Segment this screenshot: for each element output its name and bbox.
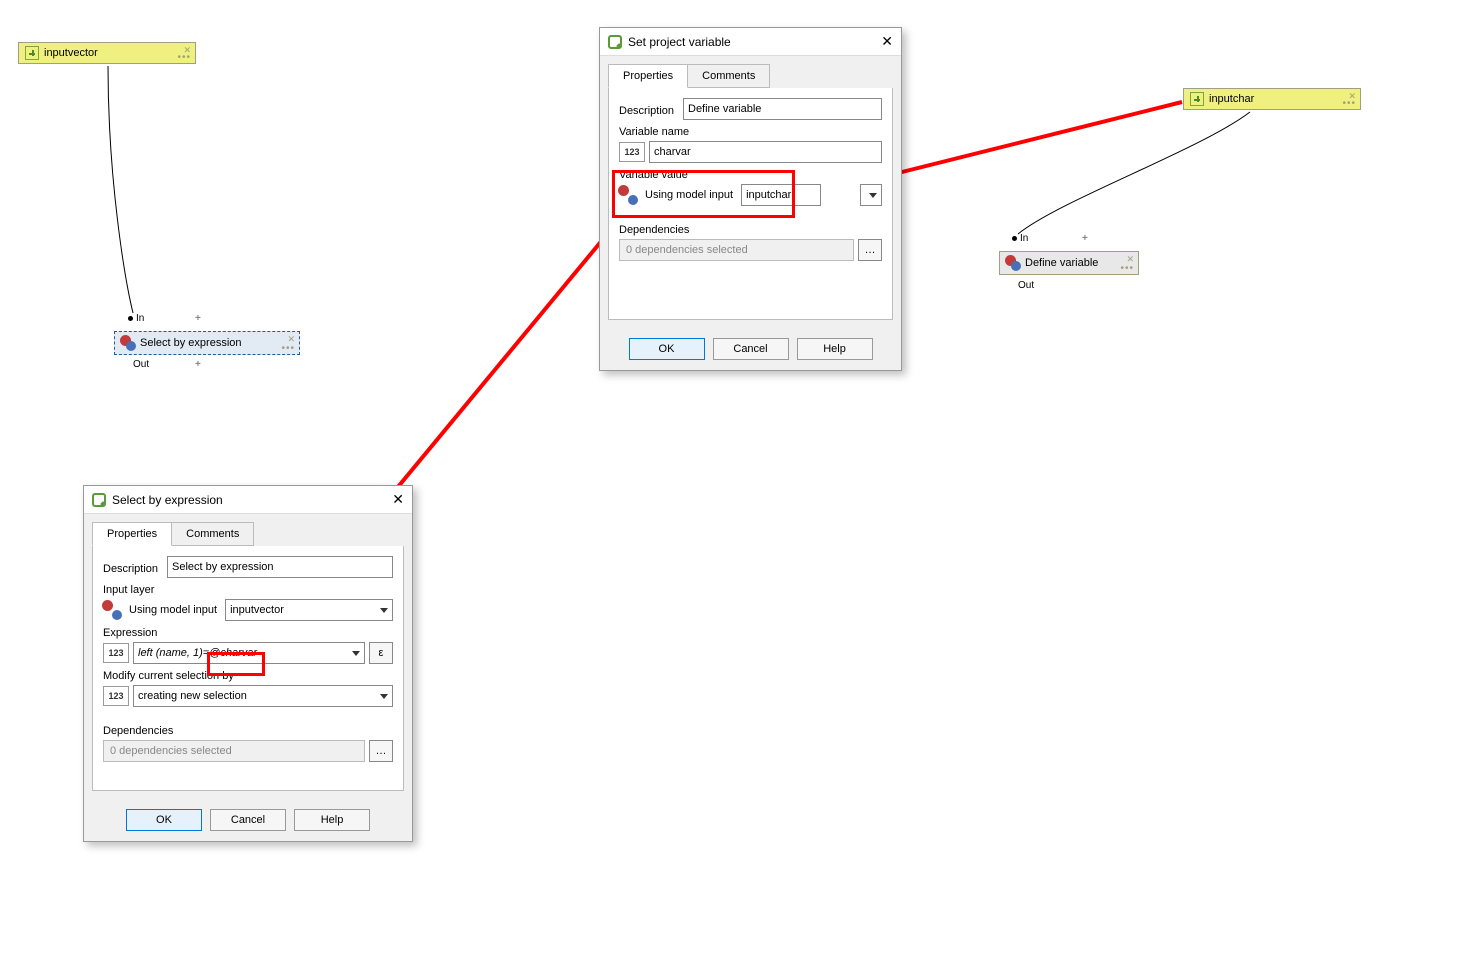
modify-selection-combo[interactable]: creating new selection: [133, 685, 393, 707]
expression-prefix: left (name, 1)=: [138, 647, 209, 659]
alg-define-variable[interactable]: Define variable ✕ •••: [999, 251, 1139, 275]
dots-icon[interactable]: •••: [177, 52, 191, 63]
plus-icon: [1190, 92, 1204, 106]
number-icon[interactable]: 123: [619, 142, 645, 162]
variable-name-input[interactable]: [649, 141, 882, 163]
variable-value-combo[interactable]: inputchar: [741, 184, 821, 206]
param-inputvector-label: inputvector: [44, 47, 98, 59]
description-label: Description: [619, 105, 679, 117]
port-in-add[interactable]: +: [1082, 233, 1088, 244]
alg-select-label: Select by expression: [140, 337, 242, 349]
tab-comments[interactable]: Comments: [171, 522, 254, 546]
dependencies-browse-button[interactable]: …: [858, 239, 882, 261]
port-in-add[interactable]: +: [195, 313, 201, 324]
input-layer-label: Input layer: [103, 584, 393, 596]
qgis-icon: [92, 493, 106, 507]
port-in[interactable]: In: [1012, 233, 1028, 244]
description-input[interactable]: [683, 98, 882, 120]
gears-icon: [121, 336, 135, 350]
param-inputchar-label: inputchar: [1209, 93, 1254, 105]
param-inputchar[interactable]: inputchar ✕ •••: [1183, 88, 1361, 110]
dependencies-browse-button[interactable]: …: [369, 740, 393, 762]
tab-properties[interactable]: Properties: [92, 522, 172, 546]
dependencies-label: Dependencies: [103, 725, 393, 737]
dialog-title: Select by expression: [112, 493, 223, 507]
input-layer-mode: Using model input: [129, 604, 217, 616]
modify-selection-selected: creating new selection: [138, 690, 247, 702]
close-icon[interactable]: ✕: [881, 33, 893, 50]
epsilon-icon: ε: [379, 647, 384, 659]
titlebar[interactable]: Set project variable ✕: [600, 28, 901, 56]
qgis-icon: [608, 35, 622, 49]
plus-icon: [25, 46, 39, 60]
description-label: Description: [103, 563, 163, 575]
description-input[interactable]: [167, 556, 393, 578]
titlebar[interactable]: Select by expression ✕: [84, 486, 412, 514]
dependencies-display: 0 dependencies selected: [619, 239, 854, 261]
gears-icon[interactable]: [619, 186, 637, 204]
help-button[interactable]: Help: [797, 338, 873, 360]
cancel-button[interactable]: Cancel: [713, 338, 789, 360]
port-in[interactable]: In: [128, 313, 144, 324]
port-out[interactable]: Out: [1018, 280, 1034, 291]
variable-value-selected: inputchar: [746, 189, 791, 201]
dependencies-label: Dependencies: [619, 224, 882, 236]
alg-definevar-label: Define variable: [1025, 257, 1098, 269]
input-layer-selected: inputvector: [230, 604, 284, 616]
dialog-select-by-expression: Select by expression ✕ Properties Commen…: [83, 485, 413, 842]
dependencies-display: 0 dependencies selected: [103, 740, 365, 762]
gears-icon[interactable]: [103, 601, 121, 619]
ok-button[interactable]: OK: [629, 338, 705, 360]
variable-value-mode: Using model input: [645, 189, 733, 201]
modify-selection-label: Modify current selection by: [103, 670, 393, 682]
port-out-add[interactable]: +: [195, 359, 201, 370]
number-icon[interactable]: 123: [103, 643, 129, 663]
param-inputvector[interactable]: inputvector ✕ •••: [18, 42, 196, 64]
expression-charvar: @charvar: [209, 647, 257, 659]
ok-button[interactable]: OK: [126, 809, 202, 831]
variable-name-label: Variable name: [619, 126, 882, 138]
expression-builder-button[interactable]: ε: [369, 642, 393, 664]
dots-icon[interactable]: •••: [1342, 98, 1356, 109]
alg-select-by-expression[interactable]: Select by expression ✕ •••: [114, 331, 300, 355]
expression-label: Expression: [103, 627, 393, 639]
expression-input[interactable]: left (name, 1)=@charvar: [133, 642, 365, 664]
close-icon[interactable]: ✕: [392, 491, 404, 508]
dots-icon[interactable]: •••: [281, 343, 295, 354]
dots-icon[interactable]: •••: [1120, 263, 1134, 274]
dialog-set-project-variable: Set project variable ✕ Properties Commen…: [599, 27, 902, 371]
tab-comments[interactable]: Comments: [687, 64, 770, 88]
gears-icon: [1006, 256, 1020, 270]
variable-value-label: Variable value: [619, 169, 882, 181]
number-icon[interactable]: 123: [103, 686, 129, 706]
input-layer-combo[interactable]: inputvector: [225, 599, 393, 621]
dialog-title: Set project variable: [628, 35, 731, 49]
port-out[interactable]: Out: [133, 359, 149, 370]
variable-value-dropdown[interactable]: [860, 184, 882, 206]
help-button[interactable]: Help: [294, 809, 370, 831]
cancel-button[interactable]: Cancel: [210, 809, 286, 831]
tab-properties[interactable]: Properties: [608, 64, 688, 88]
